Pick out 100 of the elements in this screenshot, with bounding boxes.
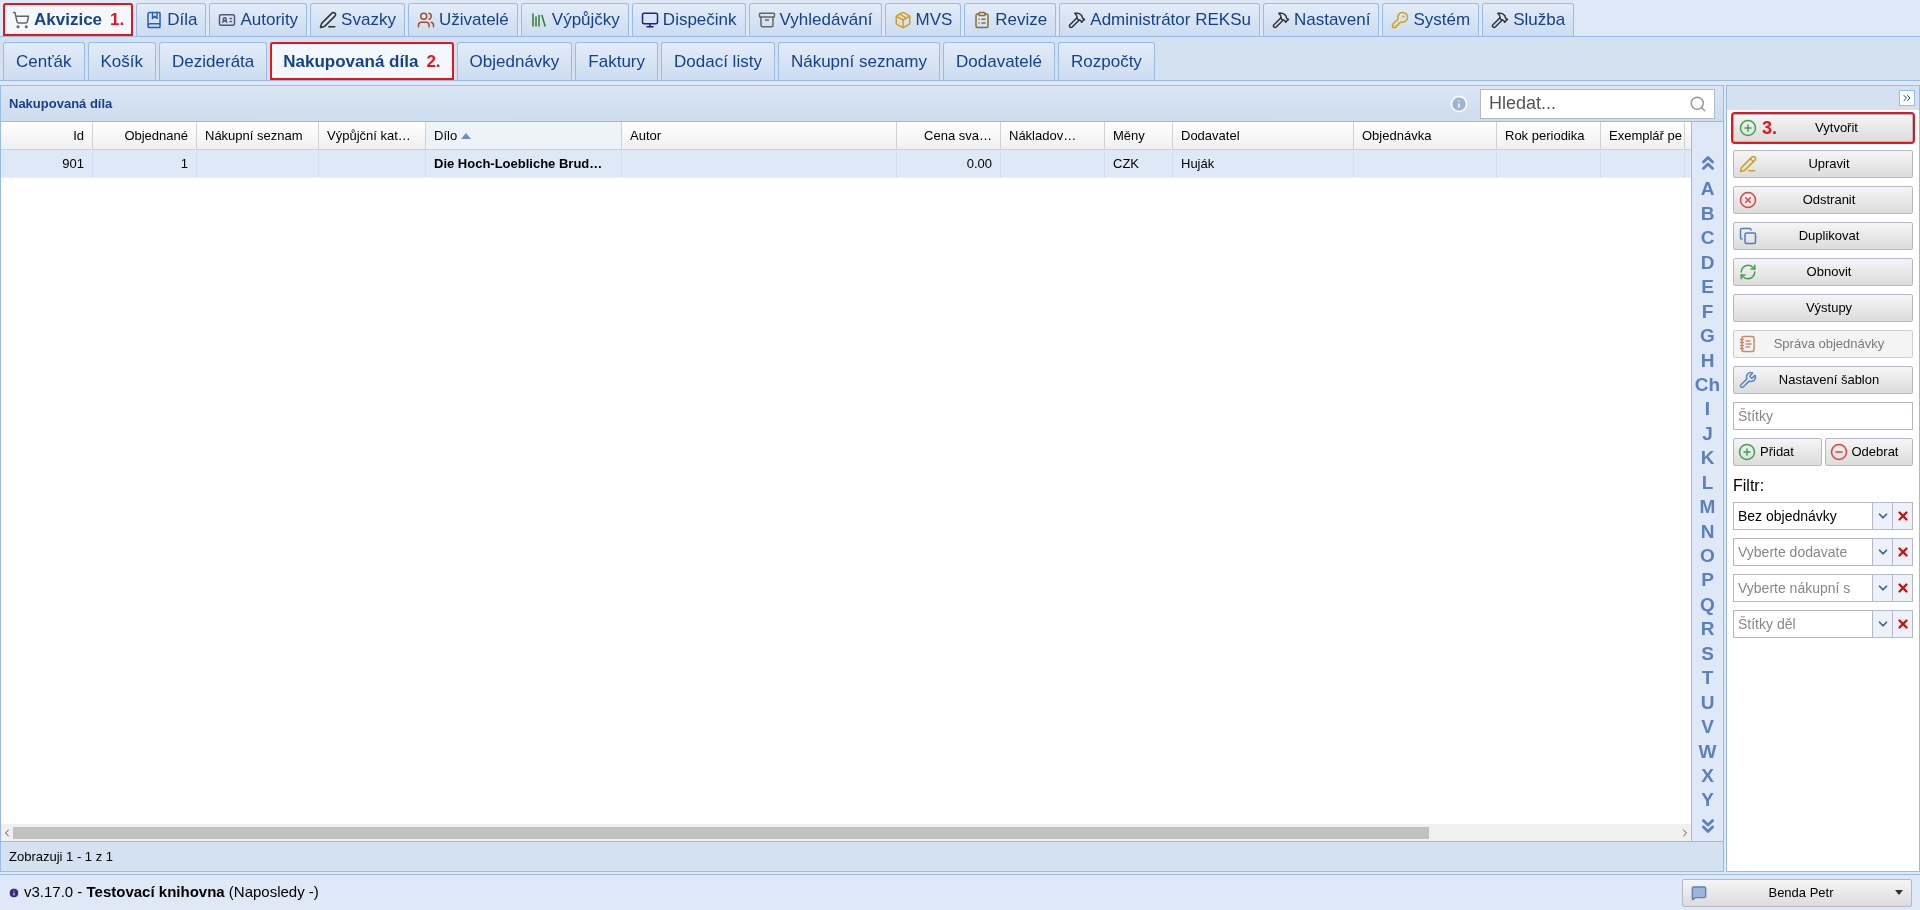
collapse-button[interactable]: [1899, 90, 1915, 106]
button-label: Výstupy: [1804, 299, 1854, 318]
pencil-icon: [1739, 155, 1757, 173]
tab[interactable]: Košík: [87, 42, 157, 80]
filter-field[interactable]: Štítky děl: [1733, 610, 1873, 638]
column-header[interactable]: Dodavatel: [1173, 122, 1354, 149]
action-button[interactable]: Odstranit: [1733, 186, 1913, 214]
tab[interactable]: Nastavení: [1262, 3, 1380, 36]
table-cell-text: 0.00: [966, 154, 992, 173]
clear-button[interactable]: [1893, 502, 1913, 530]
search-field[interactable]: Hledat...: [1480, 88, 1715, 119]
cabinet-icon: [757, 11, 776, 29]
clear-icon: [1895, 545, 1910, 559]
user-menu-button[interactable]: Benda Petr: [1682, 878, 1912, 907]
tab[interactable]: Administrátor REKSu: [1059, 3, 1260, 36]
tab[interactable]: Nakupovaná díla 2.: [270, 42, 454, 80]
refresh-icon: [1739, 263, 1757, 281]
dropdown-button[interactable]: [1873, 610, 1893, 638]
action-button[interactable]: Výstupy: [1733, 294, 1913, 322]
hammer-icon: [1491, 11, 1510, 29]
tab[interactable]: Rozpočty: [1058, 42, 1155, 80]
tab[interactable]: Svazky: [310, 3, 405, 36]
tab[interactable]: MVS: [884, 3, 962, 36]
delete-icon: [1739, 191, 1757, 209]
tab[interactable]: Systém: [1382, 3, 1480, 36]
id-card-icon: [218, 11, 237, 29]
plus-icon: [1738, 443, 1756, 461]
dropdown-button[interactable]: [1873, 538, 1893, 566]
action-button[interactable]: Duplikovat: [1733, 222, 1913, 250]
dropdown-button[interactable]: [1873, 502, 1893, 530]
copy-icon: [1739, 227, 1757, 245]
column-header[interactable]: Nákupní seznam: [197, 122, 319, 149]
tab[interactable]: Faktury: [575, 42, 659, 80]
clear-button[interactable]: [1893, 574, 1913, 602]
tab[interactable]: Dispečink: [631, 3, 746, 36]
tab[interactable]: Nákupní seznamy: [777, 42, 940, 80]
column-header[interactable]: Nákladov…: [1001, 122, 1105, 149]
table-row[interactable]: 901 1 Die Hoch-Loebliche Brud… 0.00 CZK Huják: [1, 150, 1691, 178]
search-icon: [1689, 94, 1707, 113]
dropdown-button[interactable]: [1873, 574, 1893, 602]
table-cell-text: 1: [180, 154, 188, 173]
caret-icon: [1895, 890, 1903, 895]
filter-field[interactable]: Vyberte nákupní s: [1733, 574, 1873, 602]
info-icon: [8, 886, 20, 899]
minus-icon: [1829, 443, 1848, 461]
tab[interactable]: Díla: [136, 3, 207, 36]
books-icon: [529, 11, 548, 29]
callout-number: 2.: [426, 50, 441, 73]
action-button[interactable]: Nastavení šablon: [1733, 366, 1913, 394]
clear-icon: [1895, 509, 1910, 523]
tag-button[interactable]: Přidat: [1733, 438, 1822, 466]
hammer-icon: [1068, 11, 1087, 29]
book-icon: [145, 11, 164, 29]
info-icon[interactable]: [1450, 94, 1468, 113]
tab[interactable]: Objednávky: [456, 42, 573, 80]
clear-icon: [1895, 617, 1910, 631]
table-cell-text: Die Hoch-Loebliche Brud…: [434, 154, 603, 173]
column-header[interactable]: Objednané: [93, 122, 197, 149]
column-header[interactable]: Dílo: [426, 122, 622, 149]
column-header[interactable]: Autor: [622, 122, 897, 149]
action-button[interactable]: Upravit: [1733, 150, 1913, 178]
button-label: Nastavení šablon: [1777, 371, 1881, 390]
collapse-icon: [1901, 92, 1913, 104]
tab[interactable]: Dodací listy: [661, 42, 775, 80]
button-label: Upravit: [1807, 155, 1851, 174]
tab[interactable]: Autority: [209, 3, 308, 36]
tag-button[interactable]: Odebrat: [1824, 438, 1913, 466]
wrench-icon: [1739, 371, 1757, 389]
panel-title: Nakupovaná díla: [9, 94, 113, 113]
horizontal-scrollbar[interactable]: [1, 824, 1691, 841]
column-header[interactable]: Cena sva…: [897, 122, 1001, 149]
tab[interactable]: Služba: [1482, 3, 1575, 36]
tab[interactable]: Cenťák: [3, 42, 85, 80]
pen-icon: [319, 11, 338, 29]
sort-ascending-icon: [461, 132, 472, 139]
tab[interactable]: Revize: [964, 3, 1057, 36]
tab[interactable]: Akvizice 1.: [3, 3, 134, 36]
monitor-icon: [640, 11, 659, 29]
action-button[interactable]: Obnovit: [1733, 258, 1913, 286]
tab[interactable]: Uživatelé: [407, 3, 518, 36]
clipboard-icon: [973, 11, 992, 29]
tab[interactable]: Dezideráta: [159, 42, 268, 80]
tab[interactable]: Dodavatelé: [943, 42, 1055, 80]
column-header[interactable]: Exemplář pe: [1601, 122, 1685, 149]
button-label: Duplikovat: [1797, 227, 1861, 246]
plus-icon: [1739, 119, 1757, 137]
filter-field[interactable]: Vyberte dodavate: [1733, 538, 1873, 566]
tab[interactable]: Výpůjčky: [520, 3, 629, 36]
cart-icon: [12, 11, 30, 29]
clear-button[interactable]: [1893, 538, 1913, 566]
column-header[interactable]: Rok periodika: [1497, 122, 1601, 149]
filter-field[interactable]: Bez objednávky: [1733, 502, 1873, 530]
column-header[interactable]: Objednávka: [1354, 122, 1497, 149]
column-header[interactable]: Měny: [1105, 122, 1173, 149]
tags-field[interactable]: Štítky: [1733, 402, 1913, 430]
clear-button[interactable]: [1893, 610, 1913, 638]
action-button[interactable]: 3. Vytvořit: [1733, 114, 1913, 142]
column-header[interactable]: Id: [1, 122, 93, 149]
tab[interactable]: Vyhledávání: [748, 3, 882, 36]
button-label: Obnovit: [1805, 263, 1853, 282]
